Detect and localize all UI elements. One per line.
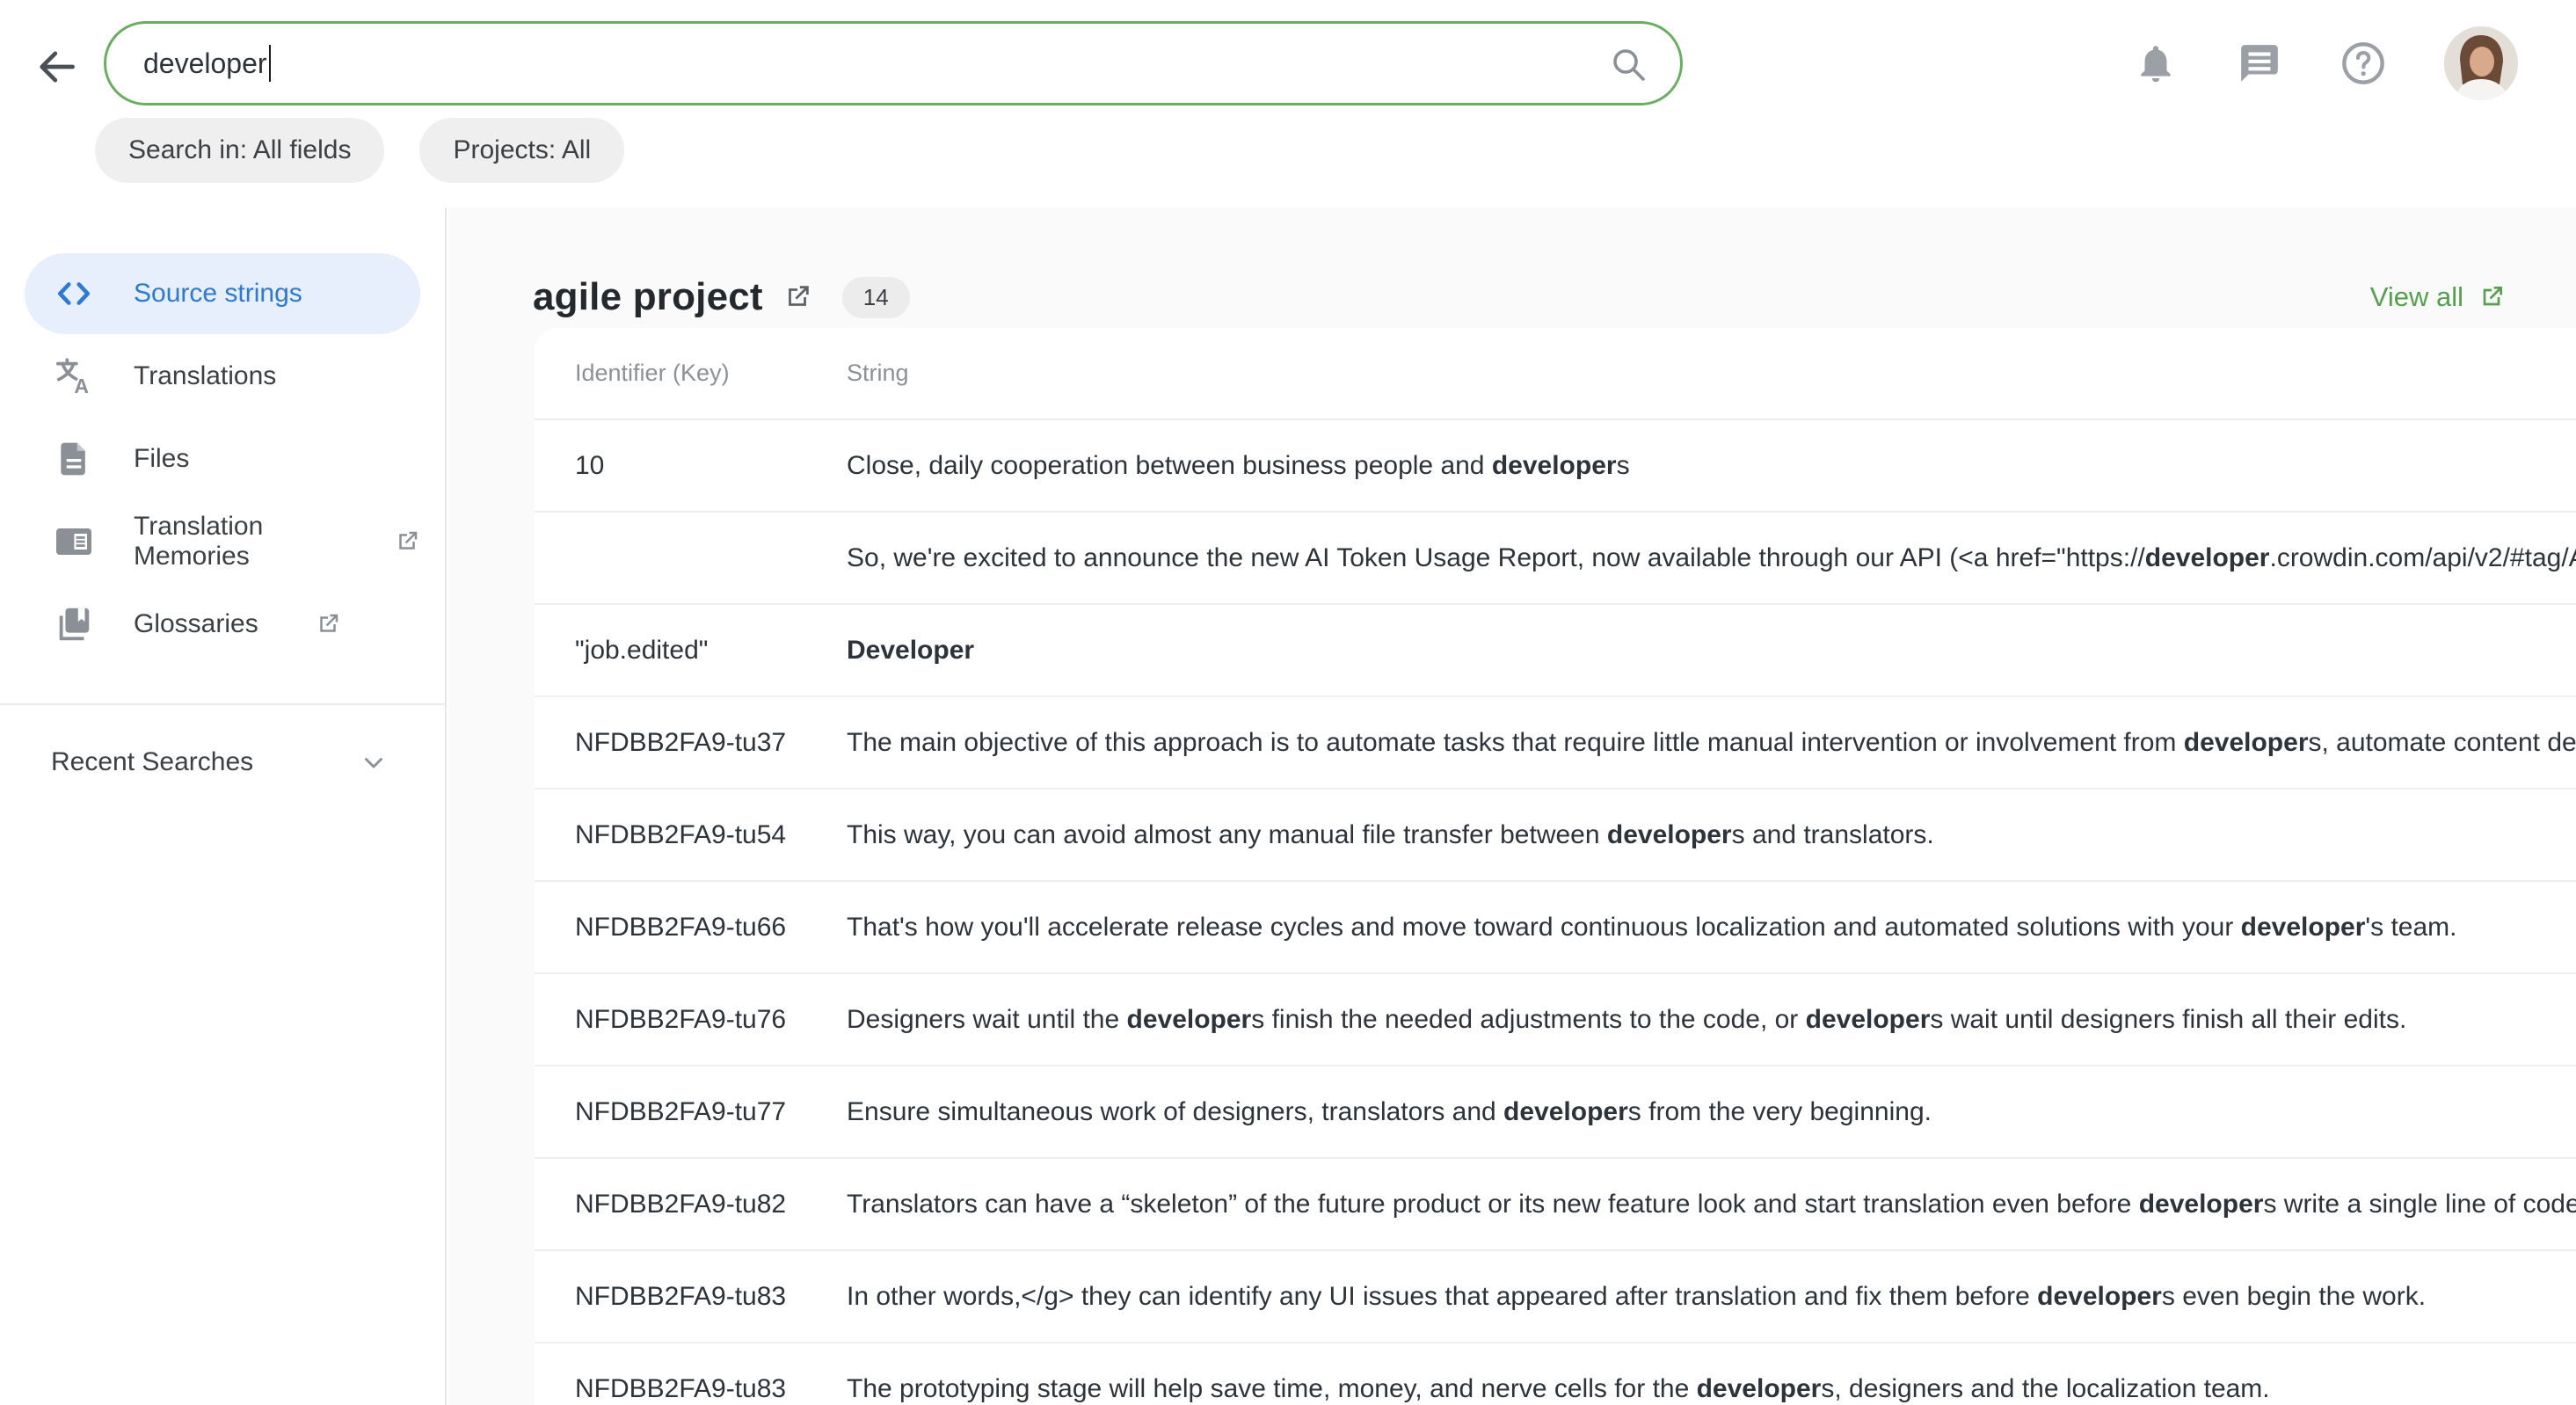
view-all-label: View all xyxy=(2370,281,2463,313)
sidebar-item-translation-memories[interactable]: Translation Memories xyxy=(25,501,420,582)
row-string: Translators can have a “skeleton” of the… xyxy=(847,1190,2576,1219)
text-caret xyxy=(269,45,271,82)
top-header: developer xyxy=(0,0,2576,207)
back-button[interactable] xyxy=(32,42,81,91)
sidebar-item-label: Files xyxy=(134,444,189,474)
row-string: Close, daily cooperation between busines… xyxy=(847,451,2576,481)
sidebar-item-label: Glossaries xyxy=(134,609,258,639)
external-link-icon xyxy=(782,282,812,312)
sidebar: Source strings A Translations Files Tran… xyxy=(0,207,447,1405)
search-value: developer xyxy=(143,47,267,80)
question-circle-icon xyxy=(2340,40,2386,86)
code-icon xyxy=(53,273,95,315)
project-open-link[interactable] xyxy=(782,282,812,312)
table-row[interactable]: NFDBB2FA9-tu76 Designers wait until the … xyxy=(535,974,2576,1066)
filter-chip-1[interactable]: Projects: All xyxy=(419,118,624,183)
filter-chip-label: Projects: All xyxy=(453,135,591,165)
row-identifier: "job.edited" xyxy=(535,636,847,666)
table-header-row: Identifier (Key) String xyxy=(535,328,2576,420)
chat-icon xyxy=(2238,41,2281,85)
row-identifier: 10 xyxy=(535,451,847,481)
sidebar-item-files[interactable]: Files xyxy=(25,419,420,499)
filter-chip-label: Search in: All fields xyxy=(128,135,351,165)
filter-chip-0[interactable]: Search in: All fields xyxy=(95,118,384,183)
row-identifier: NFDBB2FA9-tu54 xyxy=(535,820,847,850)
header-actions xyxy=(2133,26,2518,100)
sidebar-item-label: Translation Memories xyxy=(134,512,338,571)
notifications-button[interactable] xyxy=(2133,40,2179,86)
recent-searches-toggle[interactable]: Recent Searches xyxy=(0,724,445,800)
row-identifier: NFDBB2FA9-tu82 xyxy=(535,1190,847,1219)
svg-text:A: A xyxy=(74,375,89,397)
table-row[interactable]: NFDBB2FA9-tu37 The main objective of thi… xyxy=(535,697,2576,790)
external-link-icon xyxy=(2478,283,2506,311)
sidebar-divider xyxy=(0,703,445,705)
table-row[interactable]: NFDBB2FA9-tu54 This way, you can avoid a… xyxy=(535,790,2576,882)
external-link-icon xyxy=(315,611,341,637)
table-row[interactable]: NFDBB2FA9-tu82 Translators can have a “s… xyxy=(535,1159,2576,1251)
row-string: This way, you can avoid almost any manua… xyxy=(847,820,2576,850)
results-table-card: Identifier (Key) String 10 Close, daily … xyxy=(535,328,2576,1405)
result-count-badge: 14 xyxy=(842,277,910,318)
project-header: agile project 14 View all xyxy=(533,260,2506,334)
external-link-icon xyxy=(394,528,420,555)
table-row[interactable]: 10 Close, daily cooperation between busi… xyxy=(535,420,2576,513)
row-string: So, we're excited to announce the new AI… xyxy=(847,543,2576,573)
chevron-down-icon xyxy=(359,747,389,777)
sidebar-item-source-strings[interactable]: Source strings xyxy=(25,253,420,334)
sidebar-item-translations[interactable]: A Translations xyxy=(25,336,420,417)
table-row[interactable]: NFDBB2FA9-tu77 Ensure simultaneous work … xyxy=(535,1066,2576,1159)
row-identifier: NFDBB2FA9-tu37 xyxy=(535,728,847,758)
messages-button[interactable] xyxy=(2237,40,2282,86)
table-row[interactable]: NFDBB2FA9-tu66 That's how you'll acceler… xyxy=(535,882,2576,974)
search-icon[interactable] xyxy=(1608,44,1650,86)
row-identifier: NFDBB2FA9-tu66 xyxy=(535,913,847,943)
sidebar-item-glossaries[interactable]: Glossaries xyxy=(25,584,420,665)
results-area: agile project 14 View all Identifier (Ke… xyxy=(448,207,2576,1405)
search-input[interactable]: developer xyxy=(104,21,1683,106)
column-header-string: String xyxy=(847,360,2576,387)
file-icon xyxy=(53,438,95,480)
row-string: That's how you'll accelerate release cyc… xyxy=(847,913,2576,943)
avatar-photo xyxy=(2444,26,2518,100)
book-icon xyxy=(53,603,95,645)
search-filter-chips: Search in: All fields Projects: All xyxy=(95,118,624,183)
row-identifier: NFDBB2FA9-tu83 xyxy=(535,1374,847,1404)
tm-card-icon xyxy=(53,521,95,563)
help-button[interactable] xyxy=(2340,40,2386,86)
table-row[interactable]: "job.edited" Developer xyxy=(535,605,2576,697)
project-title: agile project xyxy=(533,275,763,319)
table-row[interactable]: NFDBB2FA9-tu83 In other words,</g> they … xyxy=(535,1251,2576,1343)
arrow-left-icon xyxy=(32,42,81,91)
table-row[interactable]: NFDBB2FA9-tu83 The prototyping stage wil… xyxy=(535,1343,2576,1405)
row-identifier: NFDBB2FA9-tu77 xyxy=(535,1097,847,1127)
recent-searches-label: Recent Searches xyxy=(51,747,253,777)
row-string: In other words,</g> they can identify an… xyxy=(847,1282,2576,1312)
row-identifier: NFDBB2FA9-tu83 xyxy=(535,1282,847,1312)
row-string: Developer xyxy=(847,636,2576,666)
sidebar-item-label: Translations xyxy=(134,361,276,391)
row-string: The prototyping stage will help save tim… xyxy=(847,1374,2576,1404)
view-all-link[interactable]: View all xyxy=(2370,281,2506,313)
row-string: The main objective of this approach is t… xyxy=(847,728,2576,758)
sidebar-item-label: Source strings xyxy=(134,279,302,309)
user-avatar[interactable] xyxy=(2444,26,2518,100)
column-header-identifier: Identifier (Key) xyxy=(535,360,847,387)
row-string: Designers wait until the developers fini… xyxy=(847,1005,2576,1035)
row-string: Ensure simultaneous work of designers, t… xyxy=(847,1097,2576,1127)
bell-icon xyxy=(2134,41,2178,85)
translate-icon: A xyxy=(53,355,95,397)
row-identifier: NFDBB2FA9-tu76 xyxy=(535,1005,847,1035)
table-row[interactable]: So, we're excited to announce the new AI… xyxy=(535,513,2576,605)
